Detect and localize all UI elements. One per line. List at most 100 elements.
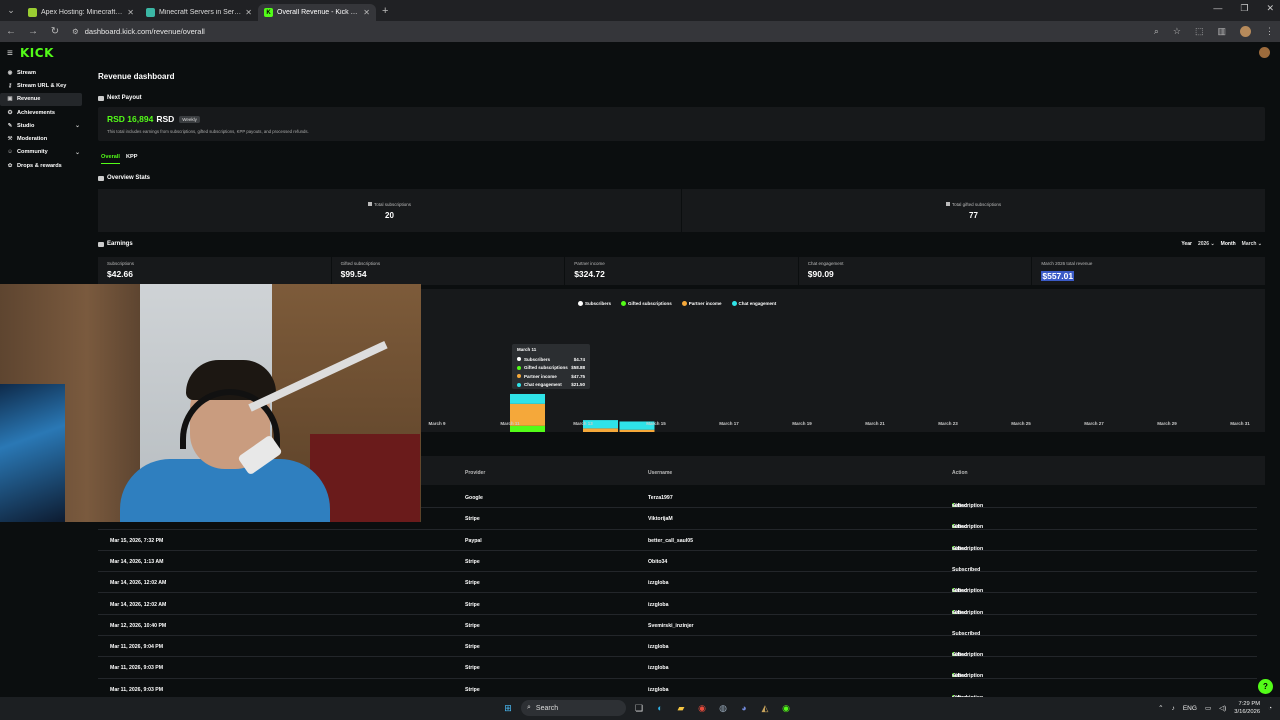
volume-icon[interactable]: ◁) (1219, 704, 1226, 712)
overview-heading: Overview Stats (98, 175, 150, 181)
stat-total-subscriptions: Total subscriptions 20 (98, 189, 681, 232)
zoom-icon[interactable]: ⌕ (1154, 26, 1159, 37)
forward-icon[interactable]: → (28, 26, 38, 37)
minimize-icon[interactable]: — (1213, 3, 1222, 14)
cell-provider: Stripe (465, 686, 480, 693)
windows-start-icon[interactable]: ⊞ (500, 700, 516, 716)
bar-segment[interactable] (510, 393, 545, 404)
taskbar-apps: ⊞ ⌕ Search ❏ ◐ ▰ ◉ ◍ ◕ ◭ ◉ (500, 700, 794, 716)
user-avatar[interactable] (1259, 47, 1270, 58)
month-label: Month (1220, 241, 1236, 247)
new-tab-icon[interactable]: + (382, 5, 388, 17)
tab-overall[interactable]: Overall (101, 154, 120, 164)
wallet-icon: ▣ (7, 96, 13, 103)
language-indicator[interactable]: ENG (1183, 705, 1197, 712)
stat-total-gifted: Total gifted subscriptions 77 (682, 189, 1265, 232)
sidebar-item-revenue[interactable]: ▣ Revenue (0, 92, 82, 106)
task-view-icon[interactable]: ❏ (631, 700, 647, 716)
league-icon[interactable]: ◭ (757, 700, 773, 716)
clock[interactable]: 7:29 PM 3/16/2026 (1234, 700, 1260, 716)
earn-card-gifted: Gifted subscriptions $99.54 (331, 257, 565, 285)
sidebar-item-community[interactable]: ☺ Community ⌄ (0, 146, 88, 159)
cell-date: Mar 15, 2026, 7:32 PM (110, 537, 164, 544)
close-icon[interactable]: ✕ (245, 8, 252, 17)
help-chat-icon[interactable]: ? (1258, 679, 1273, 694)
sidebar-item-moderation[interactable]: ⚒ Moderation (0, 132, 88, 145)
table-row: Mar 11, 2026, 9:04 PM Stripe izzgloba Gifte… (98, 636, 1257, 658)
menu-kebab-icon[interactable]: ⋮ (1265, 26, 1274, 37)
chevron-down-icon: ⌄ (74, 149, 80, 156)
tab-kpp[interactable]: KPP (126, 154, 138, 164)
x-tick-label: March 19 (792, 421, 812, 426)
earn-card-partner: Partner income $324.72 (565, 257, 798, 285)
sidebar-item-stream-key[interactable]: ⚷ Stream URL & Key (0, 79, 88, 92)
tooltip-dot (517, 374, 521, 379)
stat-label-row: Total gifted subscriptions (945, 202, 1001, 207)
col-action[interactable]: Action (952, 470, 968, 476)
tray-chevron-icon[interactable]: ⌃ (1158, 704, 1163, 712)
sidebar-item-studio[interactable]: ✎ Studio ⌄ (0, 119, 88, 132)
col-username[interactable]: Username (648, 470, 672, 476)
broadcast-icon: ◉ (7, 69, 13, 76)
col-provider[interactable]: Provider (465, 470, 485, 476)
stat-value: 20 (385, 210, 394, 220)
profile-avatar[interactable] (1240, 26, 1251, 37)
notifications-icon[interactable]: ◔ (1268, 705, 1272, 712)
chart-tooltip: March 11 Subscribers $4.74 Gifted subscri… (512, 344, 590, 389)
bar-segment[interactable] (619, 429, 655, 432)
payout-amount-row: RSD 16,894 RSD Weekly (107, 114, 200, 124)
tooltip-row: Chat engagement $21.50 (517, 381, 585, 390)
edge-icon[interactable]: ◐ (652, 700, 668, 716)
kick-logo[interactable]: KICK (20, 46, 54, 60)
browser-tab-3[interactable]: K Overall Revenue - Kick Dashbo ✕ (258, 4, 376, 21)
cell-username: izzgloba (648, 686, 669, 693)
cell-username: Obito34 (648, 558, 668, 565)
x-tick-label: March 9 (428, 421, 446, 426)
taskbar-search[interactable]: ⌕ Search (521, 700, 626, 716)
sidebar-item-drops[interactable]: ✿ Drops & rewards (0, 159, 88, 172)
sidebar-item-achievements[interactable]: ✪ Achievements (0, 106, 88, 119)
cell-username: better_call_saul05 (648, 537, 693, 544)
url-field[interactable]: ⚙ dashboard.kick.com/revenue/overall (72, 27, 1142, 36)
sidepanel-icon[interactable]: ▥ (1217, 26, 1226, 37)
cell-provider: Stripe (465, 644, 480, 651)
trophy-icon: ✪ (7, 109, 13, 116)
steam-icon[interactable]: ◍ (715, 700, 731, 716)
apex-favicon-icon (28, 8, 37, 17)
clock-time: 7:29 PM (1238, 701, 1261, 707)
sidebar-item-stream[interactable]: ◉ Stream (0, 66, 88, 79)
tooltip-label: Partner income (524, 373, 557, 379)
stat-label: Total subscriptions (373, 201, 412, 207)
earnings-cards: Subscriptions $42.66 Gifted subscription… (98, 257, 1265, 285)
table-row: Mar 12, 2026, 10:40 PM Stripe Svemirski_in… (98, 615, 1257, 637)
tooltip-value: $47.75 (571, 373, 585, 379)
browser-tab-1[interactable]: Apex Hosting: Minecraft Server ✕ (22, 4, 140, 21)
maximize-icon[interactable]: ❐ (1240, 3, 1248, 14)
bookmark-star-icon[interactable]: ☆ (1173, 26, 1181, 37)
browser-tab-2[interactable]: Minecraft Servers in Serbia | Se ✕ (140, 4, 258, 21)
reload-icon[interactable]: ↻ (50, 26, 60, 37)
file-explorer-icon[interactable]: ▰ (673, 700, 689, 716)
earn-value: $90.09 (807, 269, 834, 279)
tab-search-icon[interactable]: ⌄ (0, 0, 22, 21)
calendar-icon (367, 202, 372, 206)
month-select[interactable]: March ⌄ (1242, 241, 1262, 247)
sidebar-item-label: Stream URL & Key (17, 82, 67, 89)
sidebar-item-label: Achievements (17, 109, 55, 116)
chrome-icon[interactable]: ◉ (694, 700, 710, 716)
page-title: Revenue dashboard (98, 72, 175, 81)
close-icon[interactable]: ✕ (127, 8, 134, 17)
close-icon[interactable]: ✕ (363, 8, 370, 17)
site-info-icon[interactable]: ⚙ (72, 27, 79, 36)
payout-note: This total includes earnings from subscr… (107, 129, 309, 134)
year-select[interactable]: 2026 ⌄ (1198, 241, 1215, 247)
network-icon[interactable]: ▭ (1205, 704, 1211, 712)
close-window-icon[interactable]: ✕ (1266, 3, 1274, 14)
chrome-active-icon[interactable]: ◉ (778, 700, 794, 716)
discord-icon[interactable]: ◕ (736, 700, 752, 716)
hamburger-icon[interactable]: ≡ (7, 48, 13, 59)
mic-icon[interactable]: ♪ (1172, 705, 1175, 712)
back-icon[interactable]: ← (6, 26, 16, 37)
tooltip-dot (517, 382, 521, 387)
extensions-icon[interactable]: ⬚ (1195, 26, 1204, 37)
